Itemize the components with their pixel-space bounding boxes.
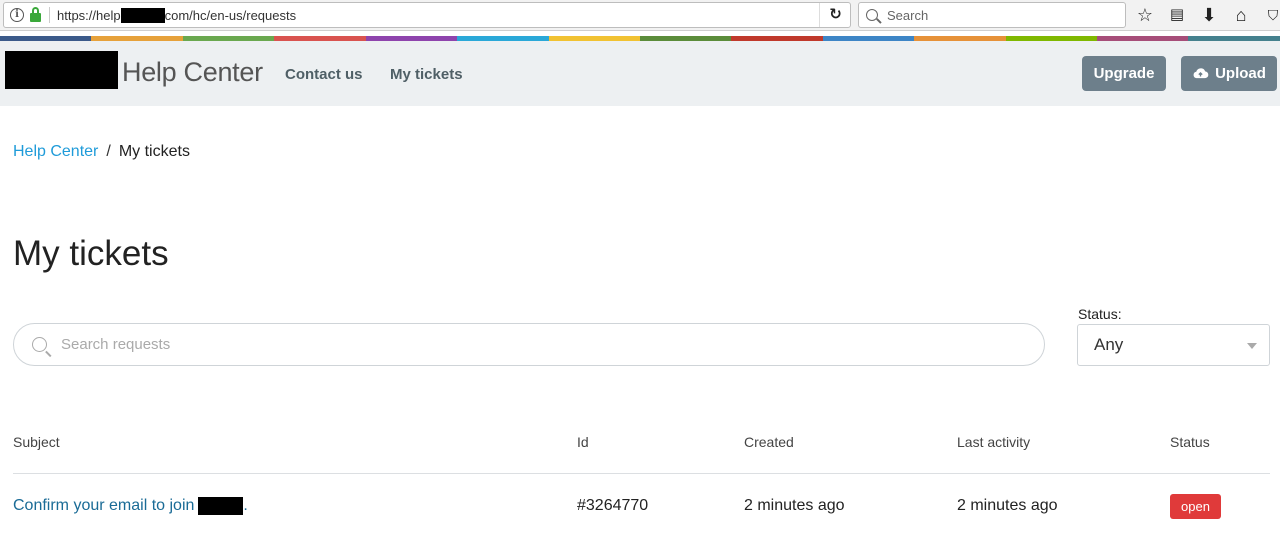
nav-my-tickets[interactable]: My tickets [390, 66, 463, 83]
column-header-id[interactable]: Id [577, 434, 589, 450]
browser-tools: ☆ ▤ ⬇ ⌂ ⛉ [1134, 2, 1280, 28]
ticket-subject-link[interactable]: Confirm your email to join . [13, 497, 248, 515]
browser-search-box[interactable]: Search [858, 2, 1126, 28]
column-header-last-activity[interactable]: Last activity [957, 434, 1030, 450]
ticket-id: #3264770 [577, 497, 649, 514]
status-filter-label: Status: [1078, 306, 1122, 322]
ticket-subject-end: . [243, 497, 248, 514]
site-header: Help Center Contact us My tickets Upgrad… [0, 41, 1280, 106]
status-badge: open [1170, 494, 1221, 519]
company-logo[interactable] [5, 51, 118, 89]
status-filter-value: Any [1094, 335, 1124, 354]
url-separator [49, 7, 50, 23]
cloud-upload-icon [1193, 68, 1209, 79]
bookmark-star-icon[interactable]: ☆ [1134, 4, 1156, 26]
address-bar[interactable]: i https://help com/hc/en-us/requests ↻ [3, 2, 851, 28]
ticket-last-activity: 2 minutes ago [957, 497, 1058, 514]
redacted-name [198, 497, 244, 515]
home-icon[interactable]: ⌂ [1230, 4, 1252, 26]
upload-button[interactable]: Upload [1181, 56, 1277, 91]
browser-search-placeholder: Search [887, 7, 929, 23]
search-requests-box[interactable] [13, 323, 1045, 366]
search-requests-input[interactable] [61, 336, 961, 353]
lock-icon[interactable] [30, 6, 41, 22]
upgrade-button[interactable]: Upgrade [1082, 56, 1166, 91]
pocket-icon[interactable]: ⛉ [1262, 4, 1280, 26]
url-suffix: com/hc/en-us/requests [164, 7, 297, 23]
column-header-status[interactable]: Status [1170, 434, 1210, 450]
page-title: My tickets [13, 234, 169, 273]
breadcrumb: Help Center / My tickets [13, 143, 190, 161]
ticket-created: 2 minutes ago [744, 497, 845, 514]
search-icon [866, 9, 878, 21]
column-header-subject[interactable]: Subject [13, 434, 60, 450]
url-prefix: https://help [57, 7, 121, 23]
breadcrumb-separator: / [106, 143, 111, 160]
redacted-domain [120, 7, 165, 23]
upload-label: Upload [1215, 65, 1266, 82]
chevron-down-icon [1247, 343, 1257, 349]
nav-contact-us[interactable]: Contact us [285, 66, 363, 83]
url-text[interactable]: https://help com/hc/en-us/requests [57, 7, 297, 23]
status-filter-select[interactable]: Any [1077, 324, 1270, 366]
column-header-created[interactable]: Created [744, 434, 794, 450]
ticket-subject-text: Confirm your email to join [13, 497, 195, 514]
brand-title[interactable]: Help Center [122, 57, 263, 88]
download-icon[interactable]: ⬇ [1198, 4, 1220, 26]
info-icon[interactable]: i [10, 8, 24, 22]
breadcrumb-current: My tickets [118, 143, 190, 160]
reading-list-icon[interactable]: ▤ [1166, 4, 1188, 26]
browser-toolbar: i https://help com/hc/en-us/requests ↻ S… [0, 0, 1280, 31]
table-divider [13, 473, 1270, 474]
reload-icon[interactable]: ↻ [819, 3, 851, 27]
search-icon [32, 337, 47, 352]
breadcrumb-help-center[interactable]: Help Center [13, 143, 98, 161]
